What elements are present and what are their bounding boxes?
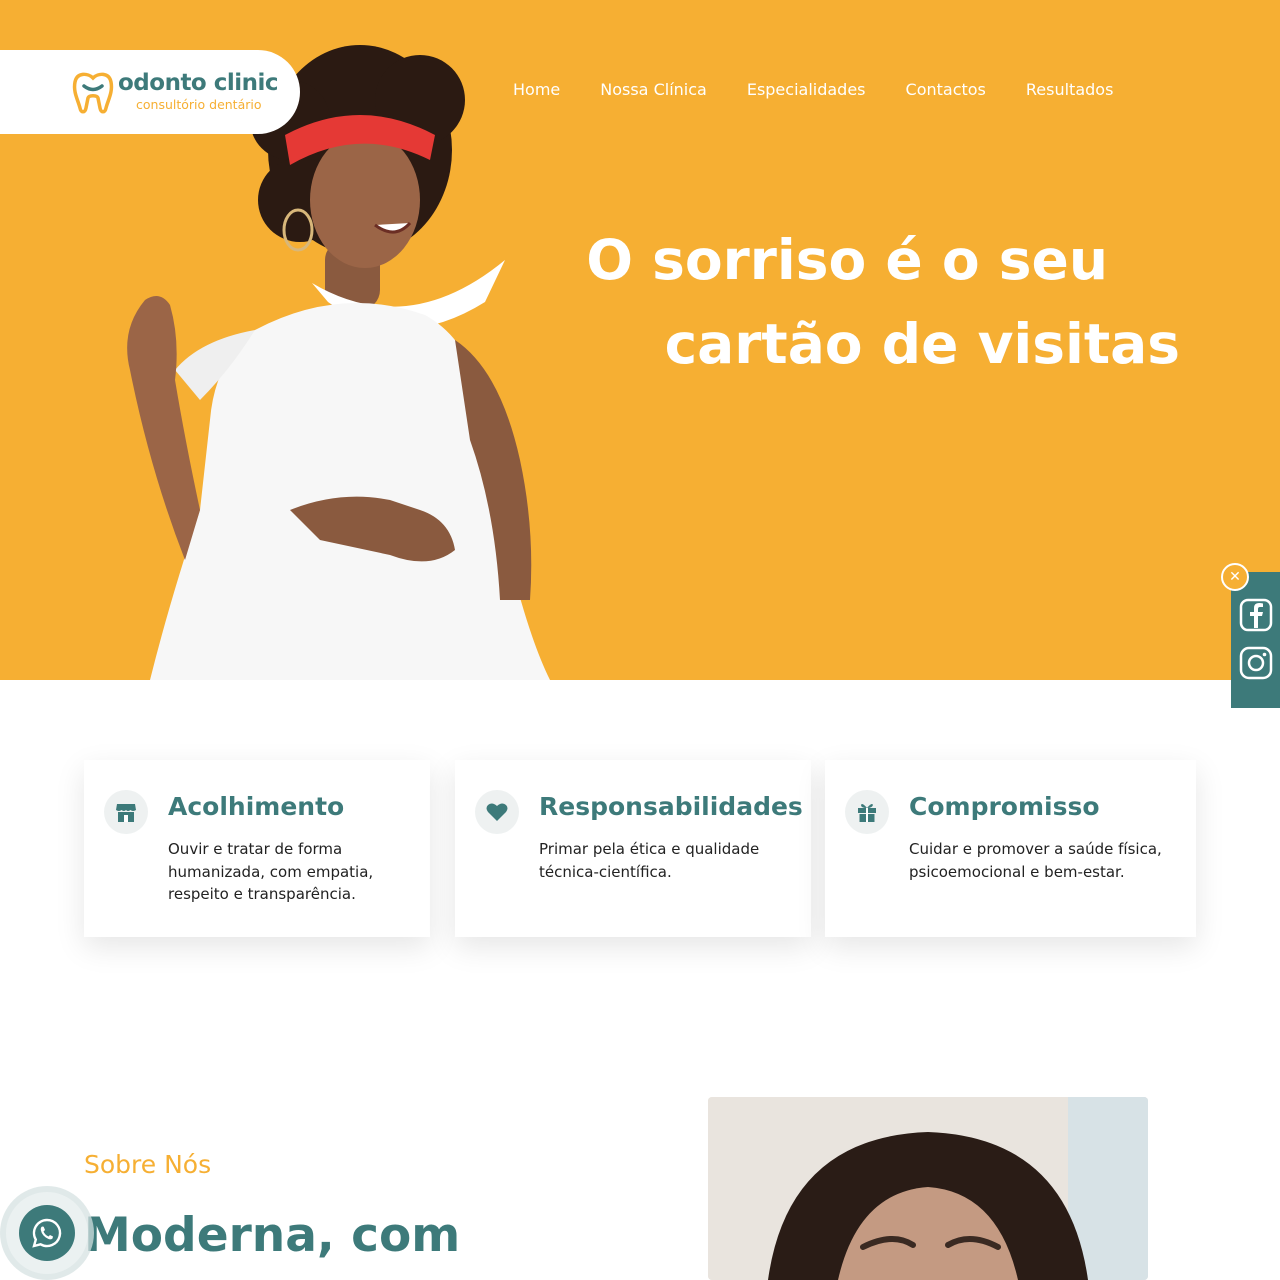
about-title: Moderna, com [84,1208,461,1263]
feature-text: Cuidar e promover a saúde física, psicoe… [909,840,1162,881]
nav-especialidades[interactable]: Especialidades [747,80,866,99]
hero-woman-image [127,45,550,680]
feature-title: Acolhimento [168,792,345,821]
instagram-icon[interactable] [1239,646,1273,680]
tooth-logo-icon [72,72,114,114]
nav-home[interactable]: Home [513,80,560,99]
feature-card-acolhimento: Acolhimento Ouvir e tratar de forma huma… [84,760,430,937]
features-section: Acolhimento Ouvir e tratar de forma huma… [84,760,1196,937]
hero-section: odonto clinic consultório dentário Home … [0,0,1280,680]
gift-icon [845,790,889,834]
close-icon[interactable]: ✕ [1221,563,1249,591]
feature-card-compromisso: Compromisso Cuidar e promover a saúde fí… [825,760,1196,937]
feature-text: Primar pela ética e qualidade técnica-ci… [539,840,760,881]
main-nav: Home Nossa Clínica Especialidades Contac… [513,80,1113,99]
hero-headline-line-2: cartão de visitas [664,312,1180,376]
nav-contactos[interactable]: Contactos [906,80,986,99]
social-sidebar [1231,572,1280,708]
heart-icon [475,790,519,834]
feature-card-responsabilidades: Responsabilidades Primar pela ética e qu… [455,760,811,937]
brand-tagline: consultório dentário [136,97,262,112]
hero-headline-line-1: O sorriso é o seu [586,228,1108,292]
whatsapp-button[interactable] [19,1205,75,1261]
about-photo [708,1097,1148,1280]
about-kicker: Sobre Nós [84,1150,212,1179]
hero-headline: O sorriso é o seu cartão de visitas [586,218,1180,386]
feature-text: Ouvir e tratar de forma humanizada, com … [168,840,374,903]
facebook-icon[interactable] [1239,598,1273,632]
brand-name: odonto clinic [118,70,279,96]
feature-title: Compromisso [909,792,1100,821]
store-icon [104,790,148,834]
feature-title: Responsabilidades [539,792,803,821]
about-woman-image [708,1097,1148,1280]
nav-resultados[interactable]: Resultados [1026,80,1114,99]
nav-nossa-clinica[interactable]: Nossa Clínica [600,80,707,99]
whatsapp-icon [32,1218,62,1248]
